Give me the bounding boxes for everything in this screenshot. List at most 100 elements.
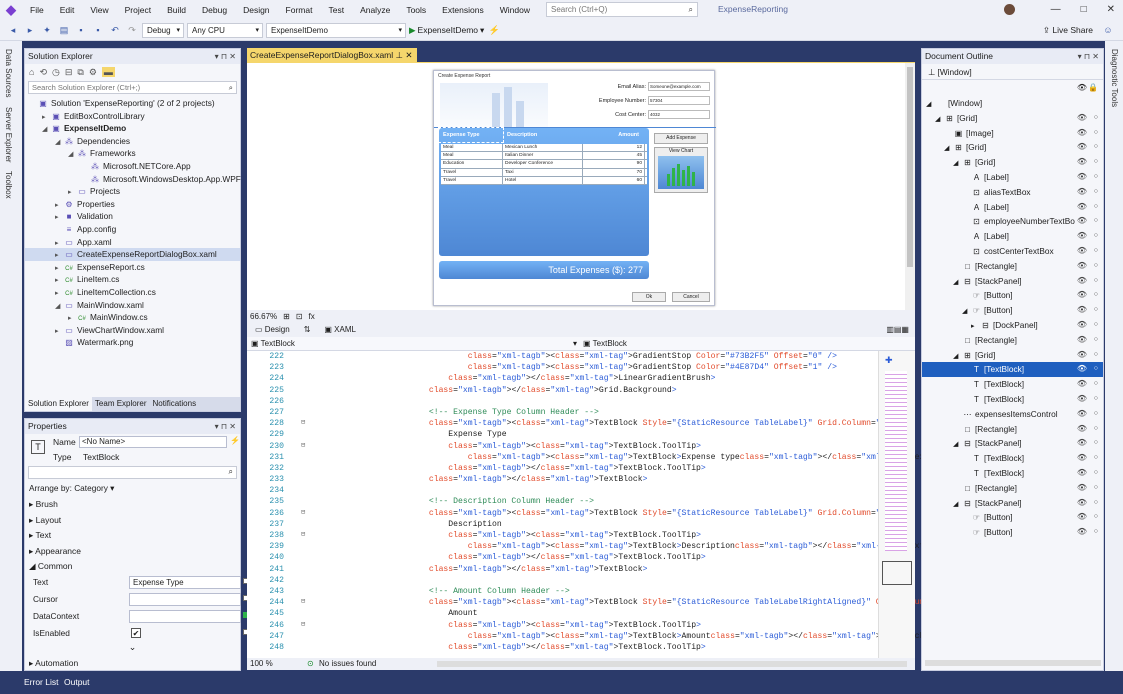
panel-controls-icon[interactable]: ▾ ⊓ ✕ (215, 49, 236, 64)
panel-controls-icon[interactable]: ▾ ⊓ ✕ (1078, 49, 1099, 64)
property-input[interactable] (129, 610, 241, 623)
menu-format[interactable]: Format (278, 0, 321, 20)
wrench-icon[interactable]: ⚡ (230, 436, 240, 445)
fold-icon[interactable]: ⊟ (301, 620, 305, 631)
show-all-icon[interactable]: ⧉ (77, 67, 83, 78)
redo-icon[interactable]: ↷ (125, 23, 139, 37)
visibility-eye-icon[interactable]: 👁 (1077, 496, 1087, 511)
category-layout[interactable]: ▸ Layout (25, 513, 240, 529)
code-line[interactable]: 242 (247, 575, 915, 586)
code-minimap[interactable]: ✚ (878, 351, 915, 658)
live-share-button[interactable]: ⇪ Live Share (1043, 25, 1093, 36)
cancel-button[interactable]: Cancel (672, 292, 710, 302)
menu-view[interactable]: View (82, 0, 116, 20)
outline-item[interactable]: ⋯ expensesItemsControl 👁 ○ (922, 407, 1103, 422)
category-brush[interactable]: ▸ Brush (25, 497, 240, 513)
snap-icon[interactable]: ⊡ (296, 310, 303, 323)
add-expense-button[interactable]: Add Expense (654, 133, 708, 144)
code-line[interactable]: 222 class="xml-tagb"><class="xml-tag">Gr… (247, 351, 915, 362)
lock-toggle-icon[interactable]: ○ (1094, 333, 1098, 348)
outline-item[interactable]: ☞ [Button] 👁 ○ (922, 288, 1103, 303)
outline-item[interactable]: T [TextBlock] 👁 ○ (922, 466, 1103, 481)
ok-button[interactable]: Ok (632, 292, 666, 302)
visibility-eye-icon[interactable]: 👁 (1077, 155, 1087, 170)
tab-solution-explorer[interactable]: Solution Explorer (25, 397, 92, 411)
fold-icon[interactable]: ⊟ (301, 530, 305, 541)
visibility-eye-icon[interactable]: 👁 (1077, 392, 1087, 407)
close-icon[interactable]: ✕ (1107, 0, 1115, 20)
lock-toggle-icon[interactable]: ○ (1094, 510, 1098, 525)
visibility-eye-icon[interactable]: 👁 (1077, 288, 1087, 303)
toolbox-tab[interactable]: Toolbox (4, 171, 13, 199)
code-line[interactable]: 223 class="xml-tagb"><class="xml-tag">Gr… (247, 362, 915, 373)
tree-item[interactable]: ▸ ▭ Projects (25, 185, 240, 198)
issues-label[interactable]: No issues found (319, 658, 376, 670)
save-all-icon[interactable]: ▪ (91, 23, 105, 37)
properties-icon[interactable]: ⚙ (89, 67, 97, 78)
lock-toggle-icon[interactable]: ○ (1094, 422, 1098, 437)
expense-row[interactable]: Education Developer Conference 90 (441, 160, 647, 169)
visibility-eye-icon[interactable]: 👁 (1077, 318, 1087, 333)
lock-toggle-icon[interactable]: ○ (1094, 466, 1098, 481)
code-line[interactable]: 247 class="xml-tagb"><class="xml-tag">Te… (247, 631, 929, 642)
collapse-icon[interactable]: ⊟ (65, 67, 73, 78)
menu-build[interactable]: Build (159, 0, 194, 20)
visibility-eye-icon[interactable]: 👁 (1077, 214, 1087, 229)
outline-item[interactable]: □ [Rectangle] 👁 ○ (922, 422, 1103, 437)
lock-toggle-icon[interactable]: ○ (1094, 111, 1098, 126)
menu-edit[interactable]: Edit (52, 0, 83, 20)
config-dropdown[interactable]: Debug (142, 22, 184, 38)
minimap-viewport[interactable] (882, 561, 912, 585)
undo-icon[interactable]: ↶ (108, 23, 122, 37)
lock-toggle-icon[interactable]: ○ (1094, 496, 1098, 511)
code-line[interactable]: 231 class="xml-tagb"><class="xml-tag">Te… (247, 452, 958, 463)
close-tab-icon[interactable]: ✕ (405, 50, 412, 60)
expand-more-icon[interactable]: ⌄ (25, 642, 240, 656)
tree-item[interactable]: ▸ ▣ EditBoxControlLibrary (25, 110, 240, 123)
visibility-eye-icon[interactable]: 👁 (1077, 185, 1087, 200)
breadcrumb-left[interactable]: ▣ TextBlock (251, 337, 295, 351)
run-button[interactable]: ▶ ExpenseItDemo ▾ (409, 25, 484, 36)
zoom-dropdown[interactable]: 66.67% (250, 310, 277, 323)
outline-item[interactable]: ◢ ⊞ [Grid] 👁 ○ (922, 348, 1103, 363)
feedback-icon[interactable]: ☺ (1101, 23, 1115, 37)
breadcrumb-left-dropdown-icon[interactable]: ▾ (573, 337, 577, 351)
lock-toggle-icon[interactable]: ○ (1094, 288, 1098, 303)
view-chart-button[interactable]: View Chart (654, 147, 708, 193)
tree-item[interactable]: ▸ ■ Validation (25, 210, 240, 223)
lock-toggle-icon[interactable]: ○ (1094, 436, 1098, 451)
solution-search-input[interactable]: Search Solution Explorer (Ctrl+;) ⌕ (28, 81, 237, 94)
breadcrumb-right[interactable]: ▣ TextBlock (583, 337, 627, 351)
outline-item[interactable]: ⊡ costCenterTextBox 👁 ○ (922, 244, 1103, 259)
lock-toggle-icon[interactable]: ○ (1094, 259, 1098, 274)
outline-item[interactable]: ◢ ⊞ [Grid] 👁 ○ (922, 155, 1103, 170)
visibility-eye-icon[interactable]: 👁 (1077, 407, 1087, 422)
hot-reload-icon[interactable]: ⚡ (487, 23, 501, 37)
tree-item[interactable]: ▸ ⚙ Properties (25, 198, 240, 211)
lock-toggle-icon[interactable]: ○ (1094, 126, 1098, 141)
tree-item[interactable]: ▸ ▭ App.xaml (25, 236, 240, 249)
tree-item[interactable]: ≡ App.config (25, 223, 240, 236)
outline-item[interactable]: A [Label] 👁 ○ (922, 229, 1103, 244)
preview-icon[interactable]: ▬ (101, 67, 115, 77)
lock-toggle-icon[interactable]: ○ (1094, 140, 1098, 155)
code-zoom-dropdown[interactable]: 100 % (250, 658, 273, 670)
visibility-eye-icon[interactable]: 👁 (1077, 451, 1087, 466)
outline-item[interactable]: ⊡ employeeNumberTextBo 👁 ○ (922, 214, 1103, 229)
code-line[interactable]: 243 <!-- Amount Column Header --> (247, 586, 915, 597)
tree-item[interactable]: ▸ ▭ ViewChartWindow.xaml (25, 324, 240, 337)
swap-panes-icon[interactable]: ⇅ (304, 323, 311, 337)
new-project-icon[interactable]: ✦ (40, 23, 54, 37)
split-layout-icon[interactable]: ▥▤▦ (886, 323, 909, 337)
outline-item[interactable]: ◢ ⊟ [StackPanel] 👁 ○ (922, 496, 1103, 511)
lock-toggle-icon[interactable]: ○ (1094, 525, 1098, 540)
visibility-eye-icon[interactable]: 👁 (1077, 436, 1087, 451)
outline-item[interactable]: A [Label] 👁 ○ (922, 170, 1103, 185)
visibility-eye-icon[interactable]: 👁 (1077, 422, 1087, 437)
open-file-icon[interactable]: ▤ (57, 23, 71, 37)
tree-item[interactable]: ◢ ▣ ExpenseItDemo (25, 122, 240, 135)
property-input[interactable]: Expense Type (129, 576, 241, 589)
outline-item[interactable]: □ [Rectangle] 👁 ○ (922, 333, 1103, 348)
menu-analyze[interactable]: Analyze (352, 0, 398, 20)
data-sources-tab[interactable]: Data Sources (4, 49, 13, 97)
